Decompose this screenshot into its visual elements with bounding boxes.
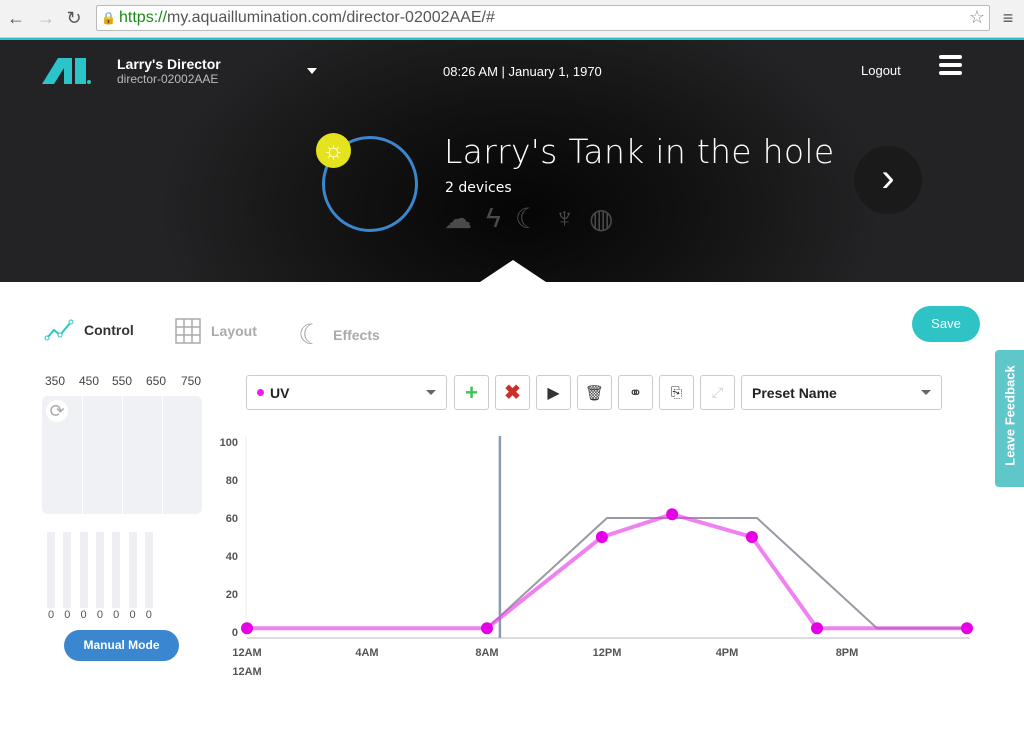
- uv-data-point[interactable]: [241, 622, 253, 635]
- y-tick-label: 80: [226, 475, 238, 487]
- schedule-chart[interactable]: 0 20 40 60 80 100 12AM 4AM 8AM 12PM 4PM 8PM 12AM: [0, 0, 1024, 744]
- y-tick-label: 20: [226, 589, 238, 601]
- uv-data-point[interactable]: [811, 622, 823, 635]
- x-tick-label: 8AM: [475, 647, 498, 659]
- y-tick-label: 40: [226, 551, 238, 563]
- x-tick-label: 12AM: [232, 666, 261, 678]
- uv-data-point[interactable]: [595, 531, 608, 543]
- x-tick-label: 4AM: [355, 647, 378, 659]
- y-tick-label: 100: [220, 437, 238, 449]
- x-tick-label: 12PM: [593, 647, 622, 659]
- x-tick-label: 8PM: [836, 647, 859, 659]
- x-tick-label: 4PM: [716, 647, 739, 659]
- y-tick-label: 60: [226, 513, 238, 525]
- uv-data-point[interactable]: [481, 622, 493, 635]
- uv-data-point[interactable]: [961, 622, 973, 635]
- uv-data-point[interactable]: [745, 531, 758, 543]
- leave-feedback-tab[interactable]: Leave Feedback: [995, 350, 1024, 487]
- x-tick-label: 12AM: [232, 647, 261, 659]
- uv-data-point[interactable]: [666, 508, 679, 521]
- y-tick-label: 0: [232, 627, 238, 639]
